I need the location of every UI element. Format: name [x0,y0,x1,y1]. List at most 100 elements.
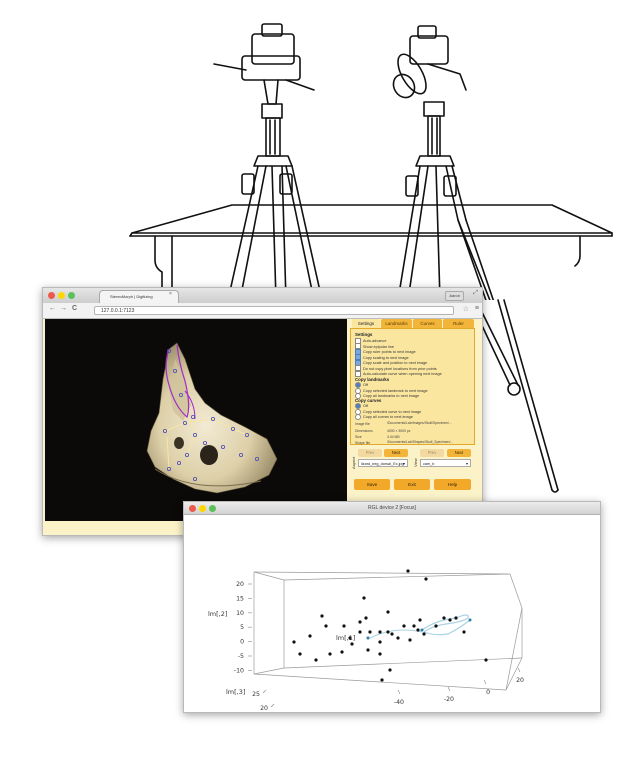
checkbox[interactable] [355,370,361,377]
landmark-point [358,620,362,624]
x-axis-tick-label: 0 [486,689,490,696]
chevron-down-icon: ▾ [402,461,405,466]
landmark-point [378,630,382,634]
landmark-point [408,638,412,642]
aspect-label: Aspect [351,456,356,469]
landmark-point [418,618,422,622]
landmark-point [424,577,428,581]
user-badge[interactable]: Aaron [445,291,464,301]
close-window-dot[interactable] [48,292,55,299]
address-bar[interactable]: 127.0.0.1:7123 [94,306,454,315]
y-axis-tick-label: 15 [236,595,244,602]
landmark-point [386,630,390,634]
x-axis-tick-mark [397,689,401,695]
landmark-point [484,658,488,662]
forward-icon[interactable]: → [60,305,67,312]
dimensions-key: Dimensions [355,429,373,433]
landmark-point [328,652,332,656]
y-axis-tick-label: 10 [236,610,244,617]
axis-ticks: 20151050-5-10-40 -200202520 [234,581,524,712]
image-file-value: /Documents/Lab/Images/Skull/Specimen/... [387,421,452,425]
zoom-window-dot[interactable] [68,292,75,299]
landmark-point [422,632,426,636]
landmark-point [364,616,368,620]
z-axis-tick-label: 20 [260,705,268,712]
fullscreen-icon[interactable]: ⤢ [473,290,478,297]
tab-curves[interactable]: Curves [413,319,442,328]
landmark-point [390,632,394,636]
chevron-down-icon: ▾ [465,461,468,466]
landmark-point [396,636,400,640]
z-axis-tick-mark [270,703,275,708]
landmark-point [320,614,324,618]
landmark-point [362,596,366,600]
z-axis-tick-label: 25 [252,691,260,698]
aspect-prev-button[interactable]: Prev [358,449,382,457]
aspect-select[interactable]: lizard_neg_dorsal_Ex.jpg ▾ [358,459,408,467]
shape-file-key: Shape file [355,441,371,445]
landmark-point [448,618,452,622]
tab-settings[interactable]: Settings [352,319,380,328]
rgl-title: RGL device 2 [Focus] [368,505,416,511]
landmark-point [378,652,382,656]
help-button[interactable]: Help [434,479,471,490]
z-axis-tick-mark [262,689,267,694]
landmark-curve-2 [369,629,423,639]
landmark-point [366,648,370,652]
reload-icon[interactable]: C [72,305,77,312]
box-edge [253,673,507,691]
bookmark-star-icon[interactable]: ☆ [463,305,469,313]
radio[interactable] [355,414,361,420]
box-edge [283,573,511,581]
landmark-point [378,640,382,644]
x-axis-tick-label: -20 [444,696,454,703]
control-panel: Settings Landmarks Curves Ruler Settings… [350,319,475,531]
tab-ruler[interactable]: Ruler [443,319,474,328]
landmark-points [292,569,488,682]
curve-point [366,636,370,640]
landmark-point [308,634,312,638]
landmark-point [412,624,416,628]
view-next-button[interactable]: Next [447,449,471,457]
curve-point [468,618,472,622]
curves-copy-all-radio[interactable]: Copy all curves to next image [355,414,413,420]
x-axis-tick-label: 20 [516,677,524,684]
landmark-point [416,628,420,632]
z-axis-label: lm[,3] [226,688,245,696]
landmark-point [292,640,296,644]
view-label: View [413,458,418,467]
landmark-point [402,624,406,628]
digitizing-canvas[interactable] [45,319,347,521]
size-key: Size [355,435,362,439]
shape-file-value: /Documents/Lab/Shapes/Skull_Specimen/... [387,440,454,444]
exit-button[interactable]: Exit [394,479,430,490]
box-edge [509,573,523,609]
y-axis-tick-label: 20 [236,581,244,588]
minimize-window-dot[interactable] [58,292,65,299]
landmark-point [406,569,410,573]
save-button[interactable]: Save [354,479,390,490]
dimensions-value: 4000 × 3000 px [387,429,411,433]
landmark-point [350,642,354,646]
back-icon[interactable]: ← [49,305,56,312]
menu-icon[interactable]: ≡ [475,305,479,312]
box-edge [253,571,285,581]
landmark-point [358,630,362,634]
view-select[interactable]: cam_b ▾ [420,459,471,467]
browser-window: StereoMorph | Digitizing × Aaron ⤢ ← → C… [42,287,483,536]
tab-close-icon[interactable]: × [169,291,172,297]
landmark-point [380,678,384,682]
tab-landmarks[interactable]: Landmarks [381,319,412,328]
rgl-3d-scatter[interactable]: 20151050-5-10-40 -200202520 lm[,2] lm[,1]… [184,514,600,712]
landmark-point [314,658,318,662]
box-edge [253,667,285,675]
settings-panel: Settings Auto-advance Show epipolar line… [350,328,475,445]
aspect-next-button[interactable]: Next [384,449,408,457]
view-prev-button[interactable]: Prev [420,449,444,457]
landmark-point [442,616,446,620]
landmark-point [386,610,390,614]
skull-image [146,342,278,494]
x-axis-tick-label: -40 [394,699,404,706]
browser-tab[interactable]: StereoMorph | Digitizing [99,290,179,303]
landmark-point [434,624,438,628]
